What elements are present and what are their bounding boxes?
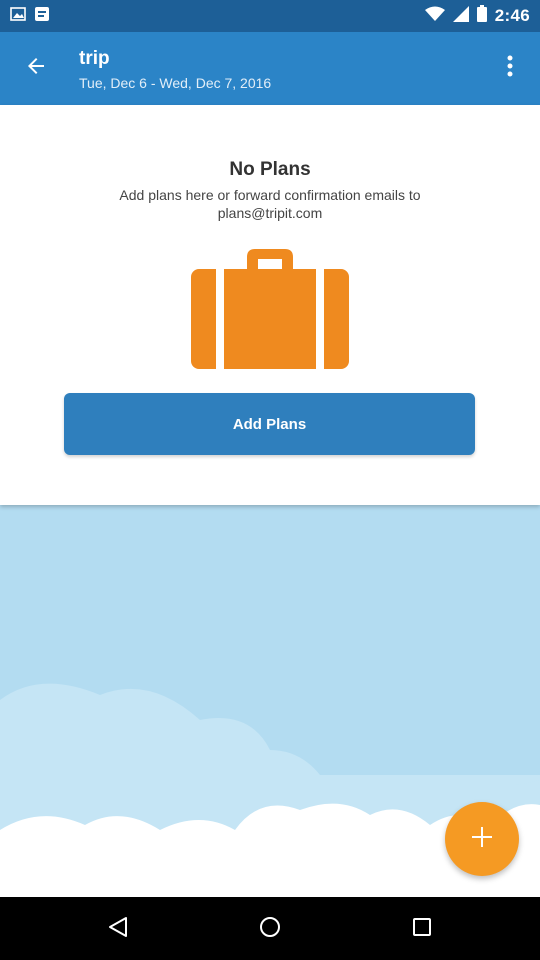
add-fab-button[interactable] [445, 802, 519, 876]
nav-back-button[interactable] [88, 909, 148, 949]
notification-icon [34, 6, 50, 27]
battery-icon [476, 5, 487, 27]
trip-title: trip [79, 48, 110, 69]
trip-dates: Tue, Dec 6 - Wed, Dec 7, 2016 [79, 75, 272, 91]
status-bar: 2:46 [0, 0, 540, 32]
recents-icon [411, 916, 433, 943]
empty-state-title: No Plans [229, 159, 311, 180]
empty-state-description: Add plans here or forward confirmation e… [119, 187, 421, 221]
more-options-button[interactable] [488, 46, 532, 90]
home-icon [258, 915, 282, 944]
system-nav-bar [0, 897, 540, 960]
nav-recents-button[interactable] [392, 909, 452, 949]
signal-icon [452, 5, 469, 27]
app-bar: trip Tue, Dec 6 - Wed, Dec 7, 2016 [0, 32, 540, 105]
nav-home-button[interactable] [240, 909, 300, 949]
more-vertical-icon [507, 55, 513, 82]
plus-icon [469, 824, 495, 855]
back-icon [106, 915, 130, 944]
empty-plans-card: No Plans Add plans here or forward confi… [0, 105, 540, 505]
suitcase-icon [190, 247, 350, 369]
status-time: 2:46 [494, 6, 530, 25]
back-button[interactable] [14, 46, 58, 90]
image-icon [10, 6, 26, 26]
wifi-icon [424, 6, 445, 27]
add-plans-button[interactable]: Add Plans [64, 393, 475, 455]
back-arrow-icon [26, 56, 46, 81]
